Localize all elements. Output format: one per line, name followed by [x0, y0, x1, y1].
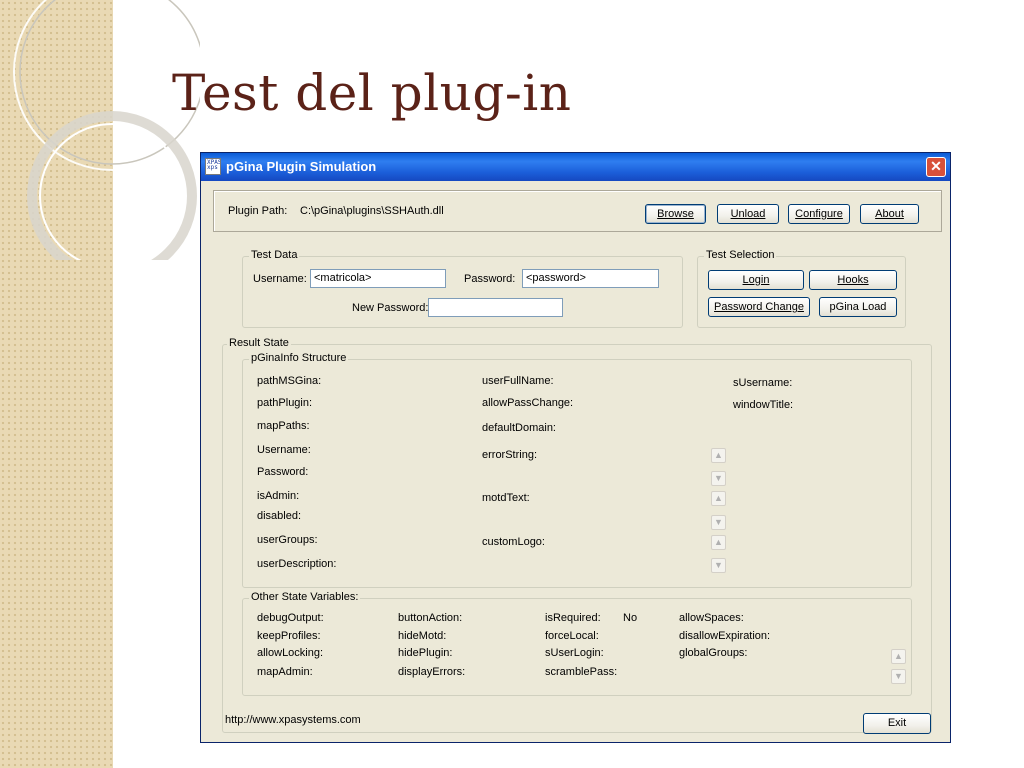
field-label: defaultDomain: [482, 422, 556, 434]
new-password-label: New Password: [352, 302, 429, 314]
username-field[interactable]: <matricola> [310, 269, 446, 288]
plugin-path-label: Plugin Path: [228, 205, 288, 217]
field-label: errorString: [482, 449, 538, 461]
state-label: scramblePass: [545, 666, 618, 678]
globalgroups-scroll-up-icon[interactable]: ▲ [891, 649, 906, 664]
field-label: pathMSGina: [257, 375, 322, 387]
plugin-path-panel: Plugin Path: C:\pGina\plugins\SSHAuth.dl… [213, 190, 942, 232]
customlogo-scroll-down-icon[interactable]: ▼ [711, 558, 726, 573]
configure-button[interactable]: Configure [788, 204, 850, 224]
pginainfo-structure-group: pGinaInfo Structure pathMSGina: pathPlug… [242, 352, 912, 588]
password-change-button[interactable]: Password Change [708, 297, 810, 317]
hooks-button[interactable]: Hooks [809, 270, 897, 290]
customlogo-scroll-up-icon[interactable]: ▲ [711, 535, 726, 550]
state-label: isRequired: [545, 612, 601, 624]
pginainfo-legend: pGinaInfo Structure [249, 352, 349, 364]
pgina-simulation-window: XPAS xps pGina Plugin Simulation ✕ Plugin… [200, 152, 951, 743]
field-label: Password: [257, 466, 309, 478]
state-label: hideMotd: [398, 630, 447, 642]
app-icon: XPAS xps [205, 158, 221, 175]
password-label: Password: [464, 273, 516, 285]
state-label: displayErrors: [398, 666, 466, 678]
errorstring-scroll-down-icon[interactable]: ▼ [711, 471, 726, 486]
field-label: userDescription: [257, 558, 337, 570]
password-field[interactable]: <password> [522, 269, 659, 288]
state-label: debugOutput: [257, 612, 324, 624]
footer-url: http://www.xpasystems.com [225, 714, 361, 726]
state-label: forceLocal: [545, 630, 599, 642]
field-label: isAdmin: [257, 490, 300, 502]
window-body: Plugin Path: C:\pGina\plugins\SSHAuth.dl… [201, 181, 950, 742]
test-data-group: Test Data Username: <matricola> Password… [242, 249, 683, 328]
pgina-load-button[interactable]: pGina Load [819, 297, 897, 317]
state-label: sUserLogin: [545, 647, 604, 659]
plugin-path-value: C:\pGina\plugins\SSHAuth.dll [300, 205, 444, 217]
test-data-legend: Test Data [249, 249, 300, 261]
window-titlebar[interactable]: XPAS xps pGina Plugin Simulation ✕ [201, 153, 950, 181]
state-label: allowLocking: [257, 647, 324, 659]
slide-title: Test del plug-in [172, 64, 572, 122]
unload-button[interactable]: Unload [717, 204, 779, 224]
login-button[interactable]: Login [708, 270, 804, 290]
username-label: Username: [253, 273, 307, 285]
state-label: keepProfiles: [257, 630, 321, 642]
state-label: globalGroups: [679, 647, 748, 659]
close-icon[interactable]: ✕ [926, 157, 946, 177]
browse-button[interactable]: Browse [645, 204, 706, 224]
motdtext-scroll-up-icon[interactable]: ▲ [711, 491, 726, 506]
test-selection-group: Test Selection Login Hooks Password Chan… [697, 249, 906, 328]
field-label: mapPaths: [257, 420, 310, 432]
state-label: buttonAction: [398, 612, 463, 624]
isrequired-value: No [623, 612, 638, 624]
state-label: mapAdmin: [257, 666, 313, 678]
field-label: windowTitle: [733, 399, 794, 411]
errorstring-scroll-up-icon[interactable]: ▲ [711, 448, 726, 463]
state-label: disallowExpiration: [679, 630, 771, 642]
other-state-group: Other State Variables: debugOutput: keep… [242, 591, 912, 696]
field-label: customLogo: [482, 536, 545, 548]
other-state-legend: Other State Variables: [249, 591, 361, 603]
about-button[interactable]: About [860, 204, 919, 224]
window-title: pGina Plugin Simulation [226, 159, 377, 174]
field-label: userGroups: [257, 534, 318, 546]
test-selection-legend: Test Selection [704, 249, 777, 261]
field-label: Username: [257, 444, 311, 456]
globalgroups-scroll-down-icon[interactable]: ▼ [891, 669, 906, 684]
result-state-legend: Result State [227, 337, 291, 349]
state-label: hidePlugin: [398, 647, 453, 659]
field-label: userFullName: [482, 375, 554, 387]
field-label: motdText: [482, 492, 530, 504]
state-label: allowSpaces: [679, 612, 744, 624]
field-label: allowPassChange: [482, 397, 574, 409]
decorative-circles [13, 0, 200, 260]
result-state-group: Result State pGinaInfo Structure pathMSG… [222, 337, 932, 733]
motdtext-scroll-down-icon[interactable]: ▼ [711, 515, 726, 530]
field-label: disabled: [257, 510, 302, 522]
field-label: pathPlugin: [257, 397, 313, 409]
field-label: sUsername: [733, 377, 793, 389]
new-password-field[interactable] [428, 298, 563, 317]
exit-button[interactable]: Exit [863, 713, 931, 734]
